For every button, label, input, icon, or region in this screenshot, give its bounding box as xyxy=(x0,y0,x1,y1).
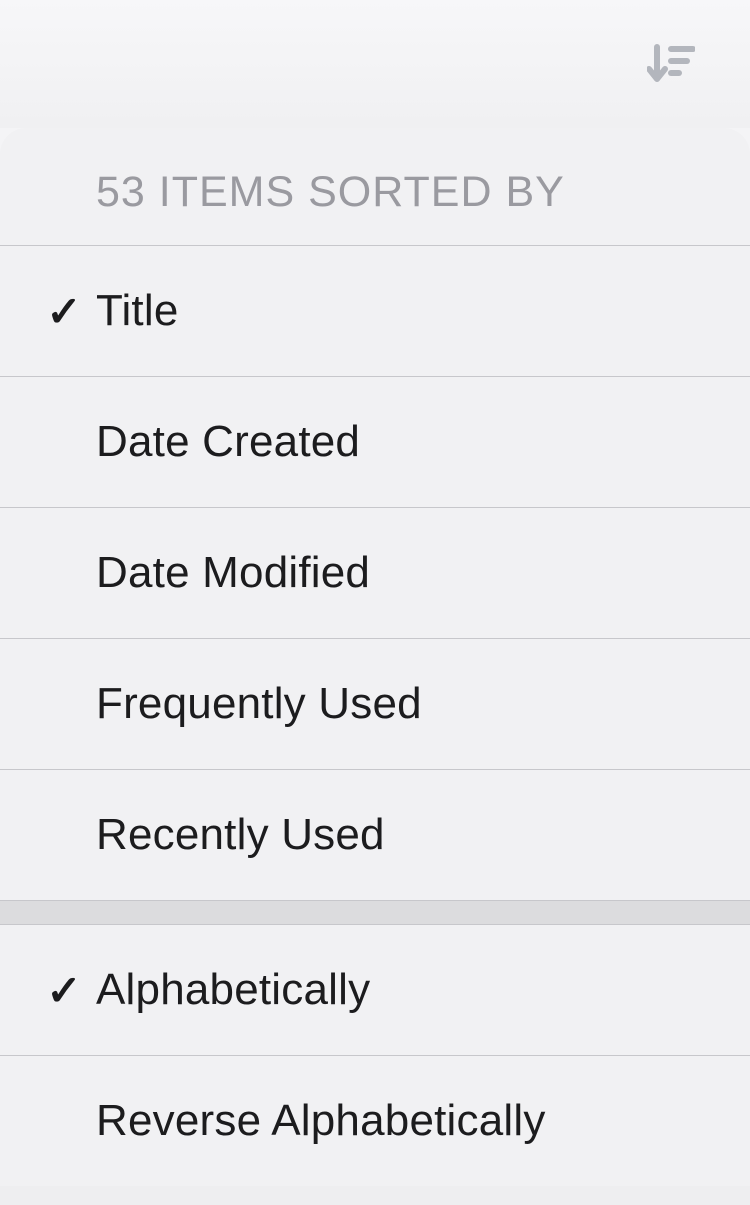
option-label: Date Modified xyxy=(96,548,370,598)
option-label: Recently Used xyxy=(96,810,385,860)
toolbar xyxy=(0,0,750,128)
sort-option-title[interactable]: ✓ Title xyxy=(0,245,750,376)
option-label: Frequently Used xyxy=(96,679,422,729)
check-slot: ✓ xyxy=(32,966,96,1015)
sort-descending-icon[interactable] xyxy=(647,43,695,85)
order-option-reverse-alphabetically[interactable]: Reverse Alphabetically xyxy=(0,1055,750,1186)
option-label: Reverse Alphabetically xyxy=(96,1096,546,1146)
section-divider xyxy=(0,900,750,924)
option-label: Title xyxy=(96,286,179,336)
checkmark-icon: ✓ xyxy=(46,966,81,1015)
sort-option-date-created[interactable]: Date Created xyxy=(0,376,750,507)
sort-option-frequently-used[interactable]: Frequently Used xyxy=(0,638,750,769)
section-header: 53 ITEMS SORTED BY xyxy=(0,128,750,245)
option-label: Date Created xyxy=(96,417,360,467)
sort-panel: 53 ITEMS SORTED BY ✓ Title Date Created … xyxy=(0,128,750,1186)
checkmark-icon: ✓ xyxy=(46,287,81,336)
order-option-alphabetically[interactable]: ✓ Alphabetically xyxy=(0,924,750,1055)
check-slot: ✓ xyxy=(32,287,96,336)
sort-option-recently-used[interactable]: Recently Used xyxy=(0,769,750,900)
sort-option-date-modified[interactable]: Date Modified xyxy=(0,507,750,638)
option-label: Alphabetically xyxy=(96,965,370,1015)
